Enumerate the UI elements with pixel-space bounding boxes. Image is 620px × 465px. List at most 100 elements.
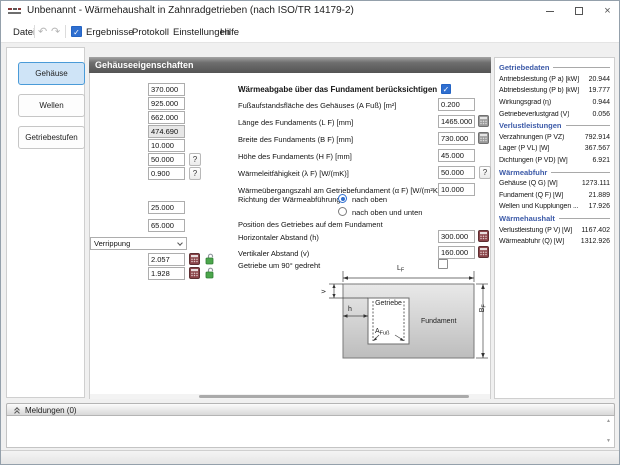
hoehe-label: Höhe des Fundaments (H F) [mm] bbox=[238, 152, 352, 161]
results-section-title: Verlustleistungen bbox=[499, 120, 610, 132]
result-row: Fundament (Q F) [W] 21.889 bbox=[499, 191, 610, 199]
lambda-input[interactable] bbox=[438, 166, 475, 179]
fundament-checkbox[interactable]: ✓ bbox=[441, 84, 451, 94]
sidebar-item-gehaeuse[interactable]: Gehäuse bbox=[18, 62, 85, 85]
left-field-4 bbox=[148, 125, 185, 138]
result-row: Antriebsleistung (P a) [kW] 20.944 bbox=[499, 75, 610, 83]
ergebnisse-checkbox[interactable]: ✓ bbox=[71, 26, 82, 37]
menu-item-hilfe[interactable]: Hilfe bbox=[220, 27, 239, 38]
redo-icon[interactable]: ↷ bbox=[51, 25, 60, 38]
undo-icon[interactable]: ↶ bbox=[38, 25, 47, 38]
collapse-icon bbox=[14, 410, 20, 416]
status-bar bbox=[1, 450, 619, 464]
menu-separator bbox=[65, 25, 66, 38]
calculator-icon[interactable] bbox=[189, 267, 200, 279]
menu-item-datei[interactable]: Datei bbox=[13, 27, 35, 38]
minimize-button[interactable] bbox=[535, 1, 564, 21]
left-field-7[interactable] bbox=[148, 167, 185, 180]
help-button[interactable]: ? bbox=[189, 153, 201, 166]
calculator-icon[interactable] bbox=[478, 246, 489, 258]
laenge-input[interactable] bbox=[438, 115, 475, 128]
factor-field-1[interactable] bbox=[148, 253, 185, 266]
close-icon: × bbox=[604, 4, 611, 17]
left-field-5[interactable] bbox=[148, 139, 185, 152]
calculator-icon[interactable] bbox=[478, 230, 489, 242]
help-button[interactable]: ? bbox=[189, 167, 201, 180]
sidebar-item-label: Wellen bbox=[39, 101, 64, 110]
rotate-label: Getriebe um 90° gedreht bbox=[238, 261, 321, 270]
messages-title: Meldungen (0) bbox=[25, 406, 77, 415]
horizontal-input[interactable] bbox=[438, 230, 475, 243]
result-row: Wärmeabfuhr (Q) [W] 1312.926 bbox=[499, 238, 610, 246]
menu-item-protokoll[interactable]: Protokoll bbox=[132, 27, 169, 38]
calculator-icon[interactable] bbox=[478, 115, 489, 127]
sidebar-item-wellen[interactable]: Wellen bbox=[18, 94, 85, 117]
fundament-checkbox-label: Wärmeabgabe über das Fundament berücksic… bbox=[238, 85, 438, 94]
afuss-label: Fußaufstandsfläche des Gehäuses (A Fuß) … bbox=[238, 101, 397, 110]
maximize-icon bbox=[574, 7, 583, 15]
result-row: Gehäuse (Q G) [W] 1273.111 bbox=[499, 180, 610, 188]
hoehe-input[interactable] bbox=[438, 149, 475, 162]
menu-separator bbox=[34, 25, 35, 38]
check-icon: ✓ bbox=[73, 28, 80, 37]
messages-bar[interactable]: Meldungen (0) bbox=[6, 403, 615, 416]
vertical-input[interactable] bbox=[438, 246, 475, 259]
result-row: Wellen und Kupplungen ... 17.926 bbox=[499, 203, 610, 211]
scroll-up-icon[interactable]: ▲ bbox=[606, 419, 611, 424]
close-button[interactable]: × bbox=[593, 1, 619, 21]
results-content: Getriebedaten Antriebsleistung (P a) [kW… bbox=[499, 62, 610, 248]
afuss-input[interactable] bbox=[438, 98, 475, 111]
results-section-title: Wärmehaushalt bbox=[499, 213, 610, 225]
panel-title: Gehäuseeigenschaften bbox=[95, 60, 194, 70]
chevron-down-icon bbox=[177, 240, 183, 246]
scroll-down-icon[interactable]: ▼ bbox=[606, 439, 611, 444]
sidebar-item-getriebestufen[interactable]: Getriebestufen bbox=[18, 126, 85, 149]
ribbing-select-value: Verrippung bbox=[94, 239, 131, 248]
result-row: Lager (P VL) [W] 367.567 bbox=[499, 145, 610, 153]
diagram-label-fundament: Fundament bbox=[421, 318, 457, 325]
result-row: Dichtungen (P VD) [W] 6.921 bbox=[499, 157, 610, 165]
check-icon: ✓ bbox=[442, 85, 450, 94]
sidebar: Gehäuse Wellen Getriebestufen bbox=[6, 47, 85, 398]
laenge-label: Länge des Fundaments (L F) [mm] bbox=[238, 118, 354, 127]
unlock-icon[interactable] bbox=[204, 253, 215, 265]
direction-label: Richtung der Wärmeabführung bbox=[238, 195, 341, 204]
menu-item-ergebnisse[interactable]: Ergebnisse bbox=[86, 27, 134, 38]
sidebar-item-label: Getriebestufen bbox=[25, 133, 78, 142]
ribbing-select[interactable]: Verrippung bbox=[90, 237, 187, 250]
radio-nach-oben-unten[interactable] bbox=[338, 207, 347, 216]
calculator-icon[interactable] bbox=[189, 253, 200, 265]
help-button[interactable]: ? bbox=[479, 166, 491, 179]
messages-area: ▲ ▼ bbox=[6, 416, 615, 448]
left-field-2[interactable] bbox=[148, 97, 185, 110]
breite-input[interactable] bbox=[438, 132, 475, 145]
app-icon bbox=[8, 8, 21, 14]
diagram-label-getriebe: Getriebe bbox=[375, 300, 402, 307]
left-field-9[interactable] bbox=[148, 219, 185, 232]
horizontal-scrollbar-thumb[interactable] bbox=[199, 395, 469, 398]
result-row: Abtriebsleistung (P b) [kW] 19.777 bbox=[499, 87, 610, 95]
diagram-label-v: v bbox=[320, 289, 328, 294]
result-row: Verlustleistung (P V) [W] 1167.402 bbox=[499, 226, 610, 234]
left-field-8[interactable] bbox=[148, 201, 185, 214]
radio-nach-oben-unten-label: nach oben und unten bbox=[352, 208, 423, 217]
calculator-icon[interactable] bbox=[478, 132, 489, 144]
app-window: Unbenannt - Wärmehaushalt in Zahnradgetr… bbox=[0, 0, 620, 465]
position-heading: Position des Getriebes auf dem Fundament bbox=[238, 220, 383, 229]
alpha-input[interactable] bbox=[438, 183, 475, 196]
maximize-button[interactable] bbox=[564, 1, 593, 21]
factor-field-2[interactable] bbox=[148, 267, 185, 280]
result-row: Verzahnungen (P VZ) 792.914 bbox=[499, 133, 610, 141]
results-section-title: Getriebedaten bbox=[499, 62, 610, 74]
left-field-1[interactable] bbox=[148, 83, 185, 96]
titlebar: Unbenannt - Wärmehaushalt in Zahnradgetr… bbox=[1, 1, 619, 21]
results-section-title: Wärmeabfuhr bbox=[499, 166, 610, 178]
left-field-6[interactable] bbox=[148, 153, 185, 166]
result-row: Wirkungsgrad (η) 0.944 bbox=[499, 99, 610, 107]
left-field-3[interactable] bbox=[148, 111, 185, 124]
window-title: Unbenannt - Wärmehaushalt in Zahnradgetr… bbox=[27, 5, 354, 16]
unlock-icon[interactable] bbox=[204, 267, 215, 279]
diagram-label-bf: BF bbox=[478, 304, 488, 313]
result-row: Getriebeverlustgrad (V) 0.056 bbox=[499, 110, 610, 118]
radio-nach-oben[interactable] bbox=[338, 194, 347, 203]
